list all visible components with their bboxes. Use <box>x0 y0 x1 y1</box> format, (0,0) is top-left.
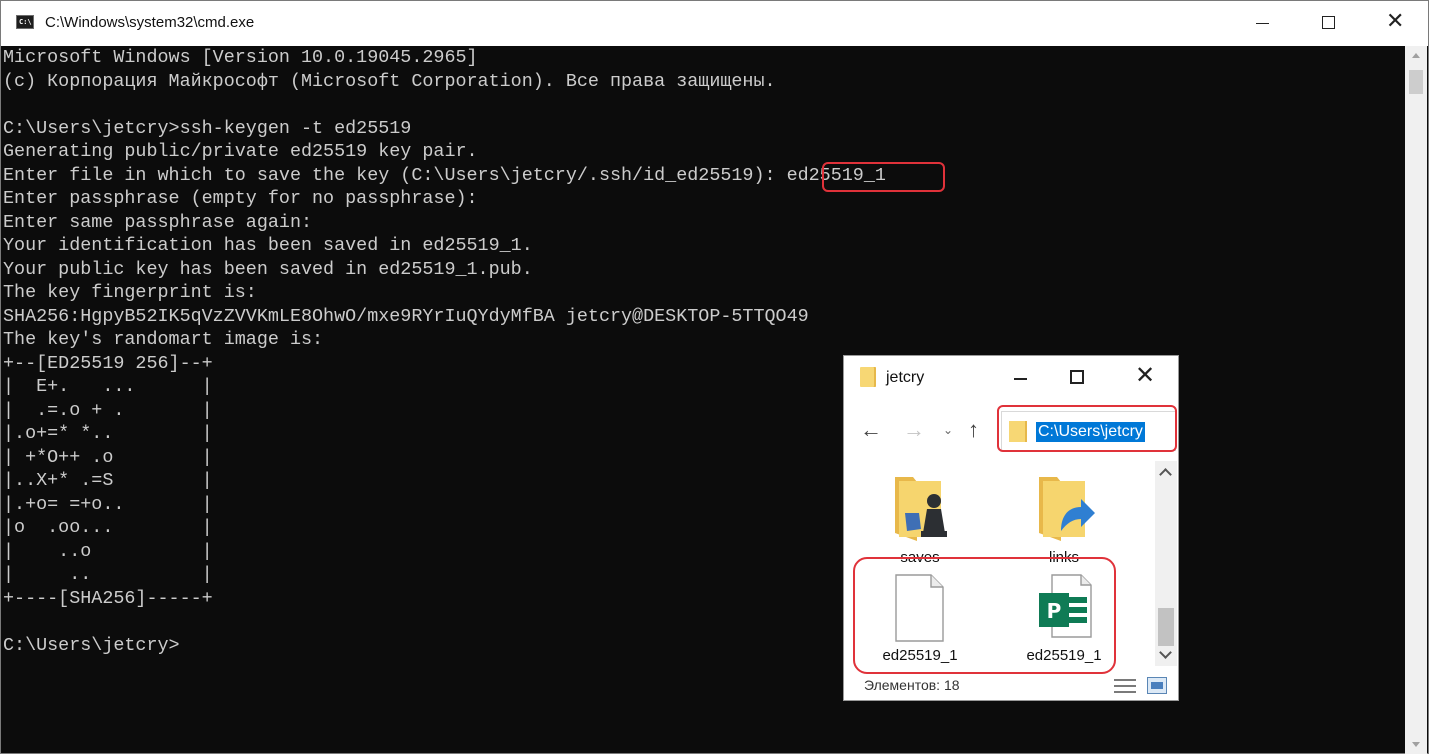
explorer-minimize-button[interactable] <box>1000 356 1044 400</box>
scroll-thumb[interactable] <box>1409 70 1423 94</box>
console-line: Enter file in which to save the key (C:\… <box>3 164 886 186</box>
console-line: |o .oo... | <box>3 517 213 538</box>
list-item[interactable]: saves <box>865 471 975 569</box>
console-line: The key fingerprint is: <box>3 282 257 303</box>
links-folder-icon <box>1039 477 1095 541</box>
console-line: | .=.o + . | <box>3 399 213 421</box>
cmd-window-title: C:\Windows\system32\cmd.exe <box>45 14 255 31</box>
console-scrollbar[interactable] <box>1405 46 1427 754</box>
maximize-icon <box>1322 16 1335 29</box>
details-view-icon[interactable] <box>1114 678 1136 694</box>
console-line: Enter same passphrase again: <box>3 211 313 233</box>
console-line: | ..o | <box>3 540 213 562</box>
forward-arrow-icon[interactable]: → <box>903 417 925 443</box>
console-line: |.o+=* *.. | <box>3 423 213 444</box>
filename-highlight <box>822 162 945 192</box>
console-line: | .. | <box>3 564 213 585</box>
scroll-thumb[interactable] <box>1158 608 1174 646</box>
large-icons-view-icon[interactable] <box>1147 677 1167 694</box>
minimize-button[interactable] <box>1230 1 1296 46</box>
console-line: | +*O++ .o | <box>3 446 213 468</box>
console-line: (c) Корпорация Майкрософт (Microsoft Cor… <box>3 70 776 92</box>
close-icon: ✕ <box>1135 362 1156 389</box>
console-line: |.+o= =+o.. | <box>3 493 213 515</box>
console-output[interactable]: Microsoft Windows [Version 10.0.19045.29… <box>3 47 1403 747</box>
cmd-titlebar[interactable]: C:\ C:\Windows\system32\cmd.exe ✕ <box>1 1 1428 46</box>
console-line: SHA256:HgpyB52IK5qVzZVVKmLE8OhwO/mxe9RYr… <box>3 305 809 327</box>
folder-icon <box>860 367 876 387</box>
console-line: |..X+* .=S | <box>3 470 213 491</box>
cmd-app-icon: C:\ <box>16 15 34 29</box>
console-line: The key's randomart image is: <box>3 329 324 350</box>
list-item[interactable]: links <box>1009 471 1119 569</box>
console-line: Generating public/private ed25519 key pa… <box>3 141 478 162</box>
console-line: Enter passphrase (empty for no passphras… <box>3 188 478 209</box>
close-button[interactable]: ✕ <box>1362 1 1428 46</box>
maximize-button[interactable] <box>1296 1 1362 46</box>
explorer-maximize-button[interactable] <box>1055 356 1099 400</box>
explorer-titlebar[interactable]: jetcry ✕ <box>844 356 1178 400</box>
minimize-icon <box>1014 378 1027 380</box>
console-line: Microsoft Windows [Version 10.0.19045.29… <box>3 47 478 68</box>
files-highlight <box>853 557 1116 674</box>
console-line: +----[SHA256]-----+ <box>3 587 213 609</box>
close-icon: ✕ <box>1386 9 1405 34</box>
scroll-down-arrow-icon[interactable] <box>1405 734 1427 754</box>
explorer-scrollbar[interactable] <box>1155 461 1177 666</box>
scroll-up-arrow-icon[interactable] <box>1405 46 1427 66</box>
cmd-app-icon-text: C:\ <box>19 18 32 26</box>
status-bar: Элементов: 18 <box>844 672 1178 700</box>
scroll-down-arrow-icon[interactable] <box>1155 644 1177 666</box>
explorer-title: jetcry <box>886 369 925 386</box>
scroll-up-arrow-icon[interactable] <box>1155 461 1177 483</box>
chevron-down-icon[interactable]: ⌄ <box>943 418 953 442</box>
console-line: | E+. ... | <box>3 376 213 397</box>
item-count-status: Элементов: 18 <box>864 677 960 693</box>
console-prompt: C:\Users\jetcry> <box>3 634 180 656</box>
console-line: Your public key has been saved in ed2551… <box>3 258 533 280</box>
address-highlight <box>997 405 1177 452</box>
explorer-close-button[interactable]: ✕ <box>1123 356 1167 400</box>
saves-folder-icon <box>895 477 947 541</box>
cmd-window: C:\ C:\Windows\system32\cmd.exe ✕ Micros… <box>0 0 1429 754</box>
console-line: C:\Users\jetcry>ssh-keygen -t ed25519 <box>3 117 412 139</box>
back-arrow-icon[interactable]: ← <box>860 417 882 443</box>
maximize-icon <box>1070 370 1084 384</box>
console-line: +--[ED25519 256]--+ <box>3 352 213 374</box>
up-arrow-icon[interactable]: ↑ <box>968 417 979 443</box>
console-line: Your identification has been saved in ed… <box>3 235 533 256</box>
minimize-icon <box>1256 23 1269 24</box>
